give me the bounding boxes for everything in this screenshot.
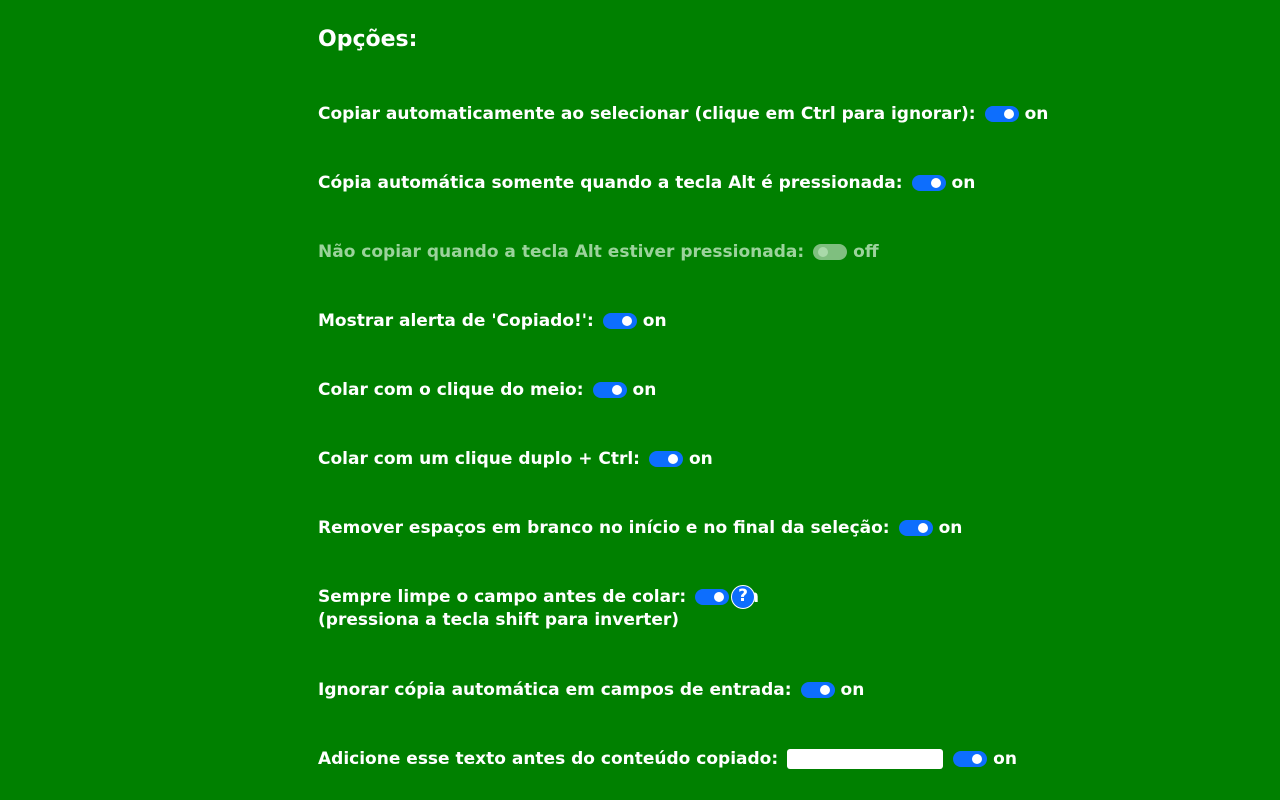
option-double-click-ctrl: Colar com um clique duplo + Ctrl: on xyxy=(318,447,713,471)
toggle-state: on xyxy=(938,518,963,538)
toggle-state: on xyxy=(840,680,865,700)
toggle-state: on xyxy=(951,173,976,193)
option-middle-click-paste: Colar com o clique do meio: on xyxy=(318,378,656,402)
toggle-knob xyxy=(972,754,983,764)
option-sublabel: (pressiona a tecla shift para inverter) xyxy=(318,610,680,630)
toggle-knob xyxy=(621,316,632,326)
option-trim-whitespace: Remover espaços em branco no início e no… xyxy=(318,516,962,540)
toggle-knob xyxy=(714,592,725,602)
option-alt-only: Cópia automática somente quando a tecla … xyxy=(318,171,975,195)
option-no-copy-alt: Não copiar quando a tecla Alt estiver pr… xyxy=(318,240,879,264)
option-label: Cópia automática somente quando a tecla … xyxy=(318,173,903,193)
toggle-knob xyxy=(930,178,941,188)
toggle-state: on xyxy=(642,311,667,331)
middle-click-paste-toggle[interactable] xyxy=(592,382,627,398)
option-prefix-text: Adicione esse texto antes do conteúdo co… xyxy=(318,747,1017,771)
toggle-state: on xyxy=(993,749,1017,769)
toggle-knob xyxy=(917,523,928,533)
prefix-text-input[interactable] xyxy=(787,749,944,769)
trim-whitespace-toggle[interactable] xyxy=(898,520,933,536)
clear-before-paste-toggle[interactable] xyxy=(695,589,730,605)
option-clear-before-paste: Sempre limpe o campo antes de colar: on xyxy=(318,585,759,609)
copied-alert-toggle[interactable] xyxy=(602,313,637,329)
toggle-state: on xyxy=(688,449,713,469)
option-label: Mostrar alerta de 'Copiado!': xyxy=(318,311,594,331)
toggle-knob xyxy=(818,247,829,257)
option-label: Colar com o clique do meio: xyxy=(318,380,584,400)
option-label: Colar com um clique duplo + Ctrl: xyxy=(318,449,640,469)
option-ignore-inputs: Ignorar cópia automática em campos de en… xyxy=(318,678,864,702)
toggle-knob xyxy=(667,454,678,464)
help-icon[interactable]: ? xyxy=(731,585,755,609)
option-copied-alert: Mostrar alerta de 'Copiado!': on xyxy=(318,309,667,333)
toggle-knob xyxy=(819,685,830,695)
toggle-state: off xyxy=(853,242,879,262)
toggle-state: on xyxy=(632,380,657,400)
option-label: Não copiar quando a tecla Alt estiver pr… xyxy=(318,242,805,262)
option-label: Ignorar cópia automática em campos de en… xyxy=(318,680,792,700)
option-label: Adicione esse texto antes do conteúdo co… xyxy=(318,749,779,769)
toggle-knob xyxy=(1003,109,1014,119)
prefix-text-toggle[interactable] xyxy=(953,751,988,767)
toggle-state: on xyxy=(1024,104,1049,124)
ignore-inputs-toggle[interactable] xyxy=(800,682,835,698)
option-label: Sempre limpe o campo antes de colar: xyxy=(318,587,687,607)
auto-copy-toggle[interactable] xyxy=(984,106,1019,122)
option-label: Copiar automaticamente ao selecionar (cl… xyxy=(318,104,976,124)
option-auto-copy: Copiar automaticamente ao selecionar (cl… xyxy=(318,102,1048,126)
toggle-knob xyxy=(611,385,622,395)
alt-only-toggle[interactable] xyxy=(911,175,946,191)
double-click-ctrl-toggle[interactable] xyxy=(648,451,683,467)
page-title: Opções: xyxy=(318,27,418,52)
option-label: Remover espaços em branco no início e no… xyxy=(318,518,890,538)
no-copy-alt-toggle[interactable] xyxy=(813,244,848,260)
